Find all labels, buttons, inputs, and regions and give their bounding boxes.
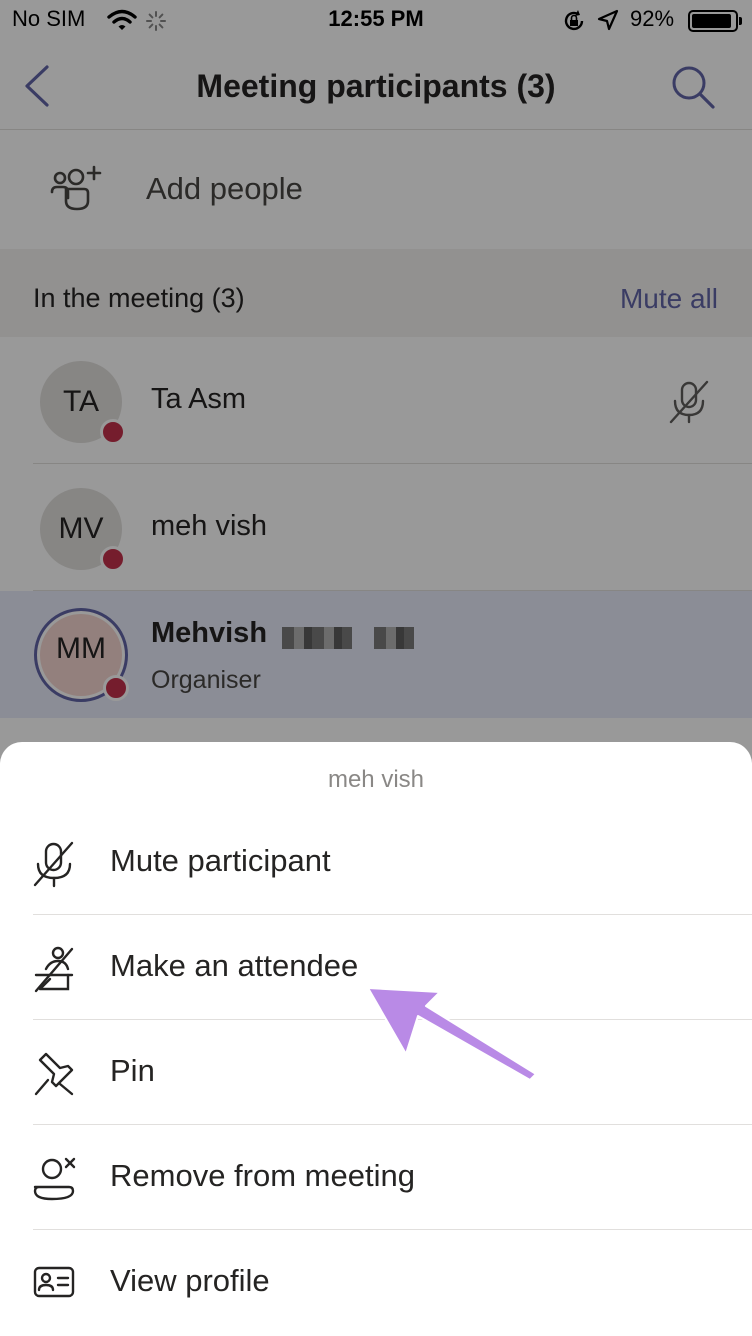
action-sheet-title: meh vish bbox=[327, 766, 425, 793]
view-profile-button[interactable]: View profile bbox=[0, 1230, 752, 1335]
mute-participant-label: Mute participant bbox=[110, 843, 331, 878]
pin-label: Pin bbox=[110, 1053, 155, 1088]
contact-card-icon bbox=[33, 1266, 75, 1298]
make-attendee-label: Make an attendee bbox=[110, 948, 359, 983]
view-profile-label: View profile bbox=[110, 1263, 270, 1298]
remove-from-meeting-label: Remove from meeting bbox=[110, 1158, 415, 1193]
annotation-arrow bbox=[367, 987, 537, 1080]
pin-icon bbox=[34, 1052, 74, 1096]
make-attendee-icon bbox=[34, 946, 74, 993]
remove-from-meeting-button[interactable]: Remove from meeting bbox=[0, 1125, 752, 1230]
mic-off-icon bbox=[33, 841, 74, 888]
remove-person-icon bbox=[33, 1157, 76, 1201]
mute-participant-button[interactable]: Mute participant bbox=[0, 810, 752, 915]
